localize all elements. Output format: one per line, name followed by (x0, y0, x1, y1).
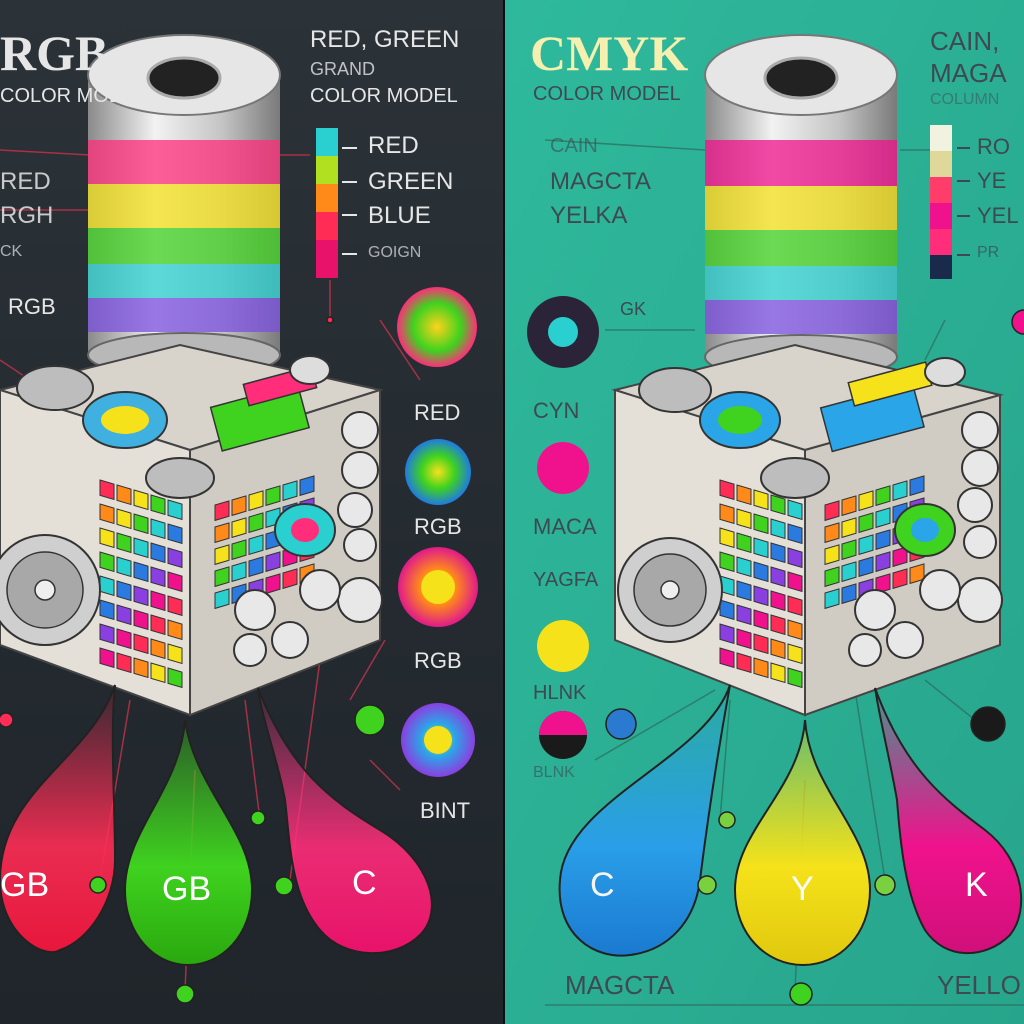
side-label-rgh: RGH (0, 202, 54, 229)
circle-label-blnk: BLNK (533, 764, 575, 781)
drop-label-key: K (965, 866, 988, 904)
legend-item-pr: PR (977, 244, 1000, 261)
rgb-heading-line-3: COLOR MODEL (310, 85, 458, 107)
legend-item-ro: RO (977, 134, 1010, 159)
bottom-label-magcta: MAGCTA (565, 970, 675, 1000)
drop-label-yellow: Y (791, 870, 814, 908)
circle-label-rgb-2: RGB (414, 648, 462, 673)
cmyk-subtitle: COLOR MODEL (533, 83, 681, 105)
rgb-heading-line-2: GRAND (310, 59, 376, 79)
circle-label-maca: MACA (533, 514, 597, 539)
circle-label-rgb-1: RGB (414, 514, 462, 539)
drop-label-green: GB (162, 870, 212, 908)
circle-label-yagfa: YAGFA (533, 569, 599, 591)
side-label-cain: CAIN (550, 135, 598, 157)
bottom-label-yello: YELLO (937, 970, 1021, 1000)
side-label-gk: GK (620, 299, 647, 319)
rgb-panel: RGB COLOR MODEL RED, GREEN GRAND COLOR M… (0, 0, 505, 1024)
cmyk-title: CMYK (530, 25, 689, 81)
circle-label-hlnk: HLNK (533, 682, 587, 704)
rgb-heading-line-1: RED, GREEN (310, 26, 460, 53)
cmyk-heading-line-3: COLUMN (930, 91, 1000, 108)
cmyk-heading-line-1: CAIN, (930, 26, 1000, 56)
side-label-red: RED (0, 168, 51, 195)
legend-item-ye: YE (977, 168, 1007, 193)
rgb-subtitle: COLOR MODEL (0, 85, 148, 107)
drop-label-red: GB (0, 866, 50, 904)
circle-label-red: RED (414, 400, 461, 425)
legend-item-goign: GOIGN (368, 244, 422, 261)
side-label-magcta: MAGCTA (550, 168, 651, 195)
legend-item-red: RED (368, 132, 419, 159)
side-label-rgb: RGB (8, 294, 56, 319)
circle-label-bint: BINT (420, 798, 471, 823)
drop-label-magenta: C (352, 864, 377, 902)
legend-item-yel: YEL (977, 203, 1019, 228)
side-label-yelka: YELKA (550, 202, 628, 229)
circle-label-cyn: CYN (533, 398, 580, 423)
cmyk-heading-line-2: MAGA (930, 58, 1007, 88)
legend-item-green: GREEN (368, 168, 454, 195)
drop-label-cyan: C (590, 866, 615, 904)
legend-item-blue: BLUE (368, 202, 431, 229)
cmyk-panel: CMYK COLOR MODEL CAIN, MAGA COLUMN RO YE… (505, 0, 1024, 1024)
rgb-title: RGB (0, 25, 109, 81)
rgb-illustration (0, 0, 505, 1024)
side-label-ck: CK (0, 243, 23, 260)
